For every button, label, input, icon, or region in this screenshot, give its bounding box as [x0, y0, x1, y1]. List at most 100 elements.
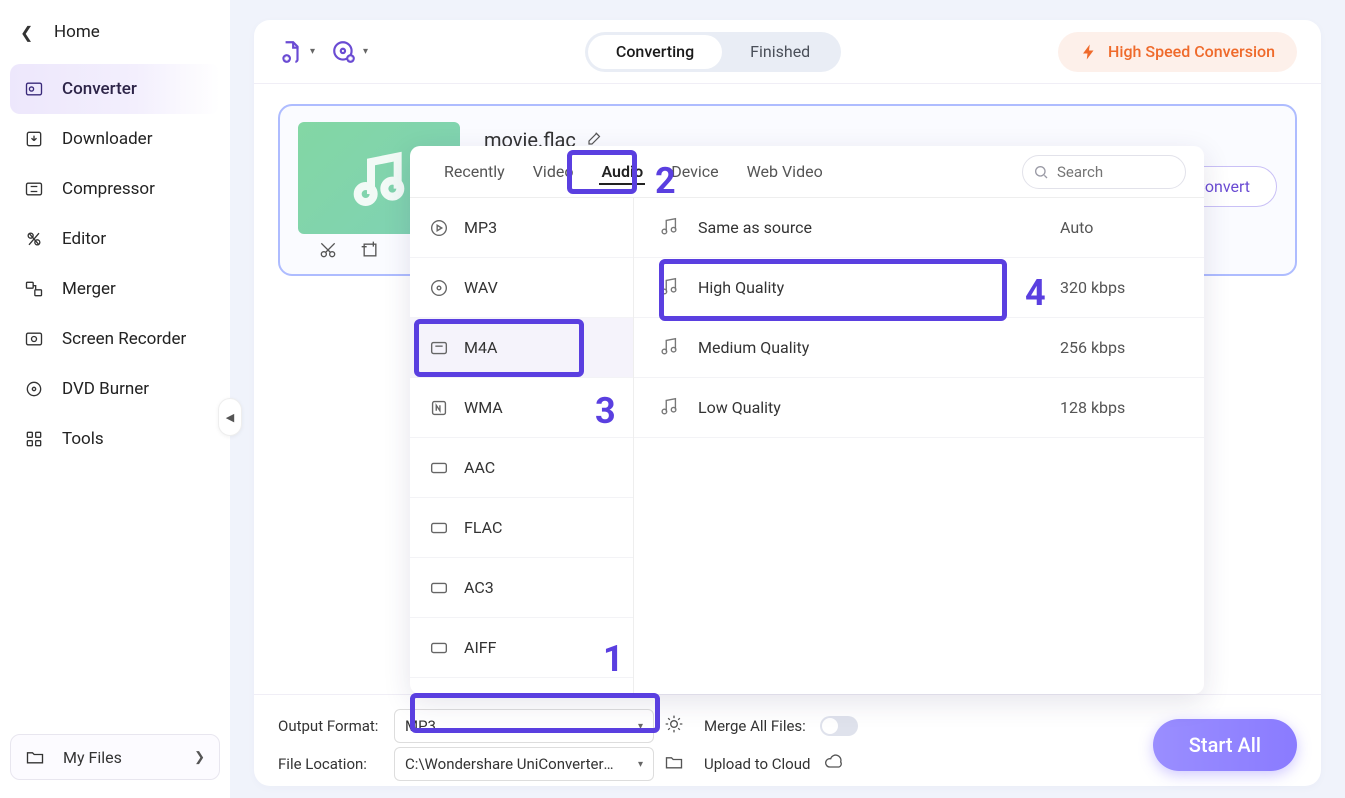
format-label: M4A: [464, 338, 497, 357]
sidebar-item-my-files[interactable]: My Files ❯: [10, 734, 220, 780]
quality-high[interactable]: High Quality 320 kbps: [634, 258, 1204, 318]
high-speed-conversion-badge[interactable]: High Speed Conversion: [1058, 32, 1297, 72]
output-format-settings-button[interactable]: [664, 714, 694, 738]
tab-converting[interactable]: Converting: [588, 35, 722, 69]
sidebar-item-label: Screen Recorder: [62, 329, 186, 349]
format-wav[interactable]: WAV: [410, 258, 633, 318]
compressor-icon: [24, 179, 44, 199]
format-aac[interactable]: AAC: [410, 438, 633, 498]
file-location-label: File Location:: [278, 755, 384, 773]
music-note-icon: [658, 275, 680, 301]
bottom-bar: Output Format: MP3 ▾ Merge All Files: Fi…: [254, 694, 1321, 786]
quality-bitrate: 320 kbps: [1060, 278, 1180, 297]
sidebar-item-tools[interactable]: Tools: [10, 414, 220, 464]
quality-bitrate: 128 kbps: [1060, 398, 1180, 417]
my-files-label: My Files: [63, 748, 122, 767]
start-all-button[interactable]: Start All: [1153, 719, 1297, 771]
screen-recorder-icon: [24, 329, 44, 349]
format-search-input[interactable]: [1057, 163, 1167, 181]
sidebar-item-converter[interactable]: Converter: [10, 64, 220, 114]
open-folder-button[interactable]: [664, 752, 694, 776]
merge-all-toggle[interactable]: [820, 716, 858, 736]
format-flac[interactable]: FLAC: [410, 498, 633, 558]
sidebar-home[interactable]: ❮ Home: [0, 8, 230, 56]
format-mp3[interactable]: MP3: [410, 198, 633, 258]
tab-audio[interactable]: Audio: [589, 148, 655, 195]
quality-same-as-source[interactable]: Same as source Auto: [634, 198, 1204, 258]
downloader-icon: [24, 129, 44, 149]
sidebar-item-label: DVD Burner: [62, 379, 149, 399]
chevron-down-icon: ▾: [310, 46, 315, 57]
cloud-icon[interactable]: [824, 752, 844, 776]
format-label: AIFF: [464, 638, 496, 657]
music-note-icon: [658, 335, 680, 361]
quality-bitrate: Auto: [1060, 218, 1180, 237]
sidebar-item-merger[interactable]: Merger: [10, 264, 220, 314]
sidebar-item-downloader[interactable]: Downloader: [10, 114, 220, 164]
output-format-select[interactable]: MP3 ▾: [394, 709, 654, 743]
crop-button[interactable]: [360, 240, 380, 264]
chevron-down-icon: ▾: [363, 46, 368, 57]
add-file-button[interactable]: ▾: [278, 39, 315, 65]
output-format-value: MP3: [405, 717, 436, 735]
status-segmented-control: Converting Finished: [585, 32, 841, 72]
sidebar-item-editor[interactable]: Editor: [10, 214, 220, 264]
format-wma[interactable]: WMA: [410, 378, 633, 438]
format-label: AC3: [464, 578, 494, 597]
format-picker-popup: Recently Video Audio Device Web Video MP…: [410, 146, 1204, 694]
audio-icon: [428, 637, 450, 659]
format-ac3[interactable]: AC3: [410, 558, 633, 618]
format-label: AAC: [464, 458, 495, 477]
folder-icon: [25, 747, 45, 767]
tab-device[interactable]: Device: [659, 148, 730, 195]
sidebar-item-compressor[interactable]: Compressor: [10, 164, 220, 214]
audio-icon: [428, 277, 450, 299]
audio-icon: [428, 517, 450, 539]
sidebar-item-label: Tools: [62, 429, 104, 449]
merge-all-label: Merge All Files:: [704, 717, 806, 735]
tab-finished[interactable]: Finished: [722, 35, 838, 69]
trim-button[interactable]: [318, 240, 338, 264]
add-disc-button[interactable]: ▾: [331, 39, 368, 65]
audio-icon: [428, 397, 450, 419]
toolbar: ▾ ▾ Converting Finished High Speed Conve…: [254, 20, 1321, 84]
dvd-burner-icon: [24, 379, 44, 399]
quality-medium[interactable]: Medium Quality 256 kbps: [634, 318, 1204, 378]
quality-name: Same as source: [698, 218, 812, 237]
tab-video[interactable]: Video: [521, 148, 586, 195]
file-location-select[interactable]: C:\Wondershare UniConverter 1 ▾: [394, 747, 654, 781]
format-search[interactable]: [1022, 155, 1186, 189]
format-list: MP3 WAV M4A WMA AAC FLAC AC3 AIFF: [410, 198, 634, 694]
quality-bitrate: 256 kbps: [1060, 338, 1180, 357]
upload-cloud-label: Upload to Cloud: [704, 755, 810, 773]
tools-icon: [24, 429, 44, 449]
quality-low[interactable]: Low Quality 128 kbps: [634, 378, 1204, 438]
tab-web-video[interactable]: Web Video: [735, 148, 835, 195]
chevron-down-icon: ▾: [638, 759, 643, 770]
format-aiff[interactable]: AIFF: [410, 618, 633, 678]
file-location-value: C:\Wondershare UniConverter 1: [405, 755, 615, 773]
popup-tabs: Recently Video Audio Device Web Video: [410, 146, 1204, 198]
search-icon: [1033, 164, 1049, 180]
sidebar-item-label: Compressor: [62, 179, 155, 199]
quality-name: Medium Quality: [698, 338, 809, 357]
audio-icon: [428, 217, 450, 239]
format-label: WAV: [464, 278, 498, 297]
format-m4a[interactable]: M4A: [410, 318, 633, 378]
quality-name: High Quality: [698, 278, 784, 297]
sidebar-item-label: Merger: [62, 279, 116, 299]
home-label: Home: [54, 22, 100, 42]
merger-icon: [24, 279, 44, 299]
music-note-icon: [658, 215, 680, 241]
chevron-down-icon: ▾: [638, 721, 643, 732]
audio-icon: [428, 577, 450, 599]
tab-recently[interactable]: Recently: [432, 148, 517, 195]
sidebar-item-screen-recorder[interactable]: Screen Recorder: [10, 314, 220, 364]
audio-icon: [428, 457, 450, 479]
format-label: MP3: [464, 218, 497, 237]
sidebar-item-dvd-burner[interactable]: DVD Burner: [10, 364, 220, 414]
high-speed-label: High Speed Conversion: [1108, 42, 1275, 61]
sidebar: ❮ Home Converter Downloader Compressor E…: [0, 0, 230, 798]
quality-name: Low Quality: [698, 398, 781, 417]
sidebar-item-label: Downloader: [62, 129, 152, 149]
